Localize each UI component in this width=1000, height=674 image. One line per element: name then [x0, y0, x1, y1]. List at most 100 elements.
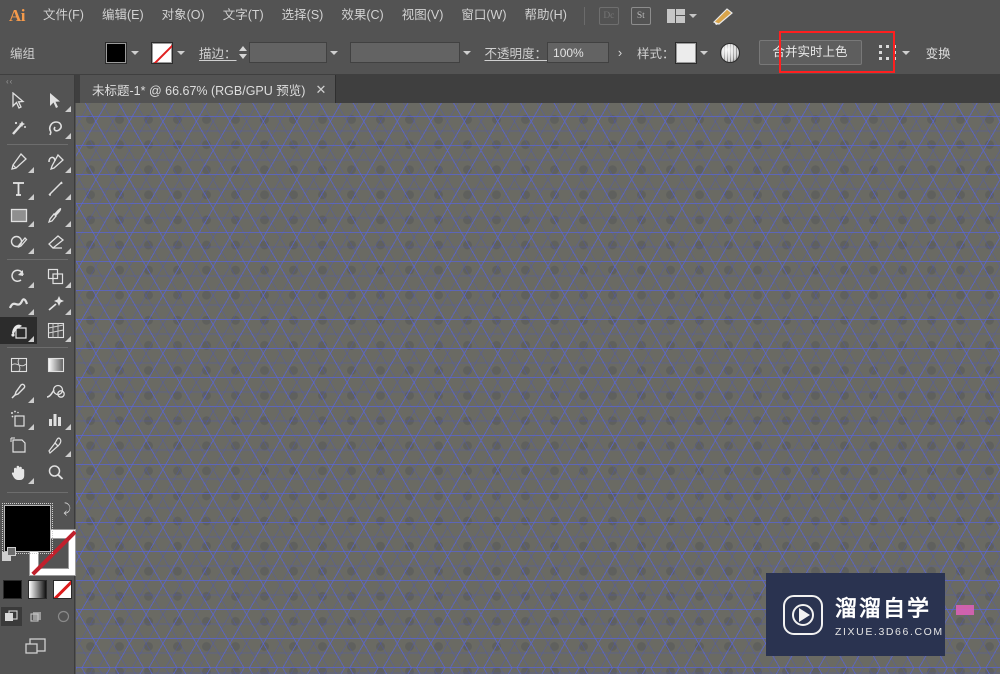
document-tab[interactable]: 未标题-1* @ 66.67% (RGB/GPU 预览) ✕	[80, 75, 337, 103]
eyedropper-tool[interactable]	[0, 378, 37, 405]
color-mode-none[interactable]	[52, 580, 72, 599]
stroke-dropdown-arrow[interactable]	[173, 42, 188, 64]
default-fill-stroke-icon[interactable]	[2, 547, 17, 562]
symbol-sprayer-tool[interactable]	[0, 405, 37, 432]
draw-normal-mode[interactable]	[0, 607, 22, 626]
menu-select[interactable]: 选择(S)	[273, 0, 333, 31]
stroke-weight-dropdown-arrow[interactable]	[327, 42, 342, 64]
merge-live-paint-button[interactable]: 合并实时上色	[758, 40, 862, 65]
transform-button[interactable]: 变换	[926, 43, 951, 62]
scale-tool[interactable]	[37, 263, 74, 290]
screen-mode-icon	[25, 638, 46, 654]
tool-group-selection	[0, 87, 75, 141]
fill-swatch[interactable]	[105, 41, 127, 64]
hand-tool[interactable]	[0, 459, 37, 486]
style-dropdown-arrow[interactable]	[697, 42, 712, 64]
menu-object[interactable]: 对象(O)	[153, 0, 214, 31]
stroke-profile-dropdown-arrow[interactable]	[460, 42, 475, 64]
select-similar-dropdown-arrow[interactable]	[899, 42, 914, 64]
tool-flyout-corner	[65, 336, 71, 342]
style-swatch[interactable]	[674, 41, 697, 64]
play-button-logo	[783, 594, 823, 635]
stroke-swatch[interactable]	[151, 41, 173, 64]
menu-window[interactable]: 窗口(W)	[452, 0, 515, 31]
type-tool[interactable]	[0, 175, 37, 202]
color-mode-solid[interactable]	[2, 580, 22, 599]
menu-bar: Ai 文件(F) 编辑(E) 对象(O) 文字(T) 选择(S) 效果(C) 视…	[0, 0, 1000, 31]
opacity-input[interactable]: 100%	[547, 42, 610, 63]
tool-flyout-corner	[28, 397, 34, 403]
adobe-stock-label: St	[630, 6, 651, 25]
artboard-tool[interactable]	[0, 432, 37, 459]
menu-effect[interactable]: 效果(C)	[332, 0, 392, 31]
menu-file[interactable]: 文件(F)	[34, 0, 93, 31]
rectangle-tool[interactable]	[0, 202, 37, 229]
tools-panel: ‹‹ ⤸	[0, 75, 76, 674]
shaper-tool[interactable]	[0, 229, 37, 256]
swap-fill-stroke-icon[interactable]: ⤸	[63, 501, 71, 517]
menu-help[interactable]: 帮助(H)	[516, 0, 576, 31]
draw-behind-mode[interactable]	[27, 607, 48, 626]
shape-builder-tool[interactable]	[0, 317, 37, 344]
opacity-label[interactable]: 不透明度：	[485, 43, 548, 62]
slice-tool[interactable]	[37, 432, 74, 459]
selection-tool[interactable]	[0, 87, 37, 114]
appearance-sphere-icon[interactable]	[719, 42, 740, 63]
stroke-profile-input[interactable]	[349, 42, 460, 63]
tools-divider	[7, 347, 68, 348]
stroke-weight-label[interactable]: 描边：	[199, 43, 237, 62]
tool-flyout-corner	[65, 424, 71, 430]
illustrator-window: Ai 文件(F) 编辑(E) 对象(O) 文字(T) 选择(S) 效果(C) 视…	[0, 0, 1000, 674]
logo-play-triangle	[799, 607, 810, 622]
document-cloud-icon[interactable]: Dc	[596, 5, 622, 27]
adobe-stock-icon[interactable]: St	[628, 5, 654, 27]
tools-divider	[7, 144, 68, 145]
stroke-weight-input[interactable]	[248, 42, 327, 63]
app-logo: Ai	[9, 5, 26, 25]
selection-type-label: 编组	[10, 47, 36, 61]
eraser-tool[interactable]	[37, 229, 74, 256]
mesh-tool[interactable]	[0, 351, 37, 378]
menu-edit[interactable]: 编辑(E)	[93, 0, 153, 31]
zoom-tool[interactable]	[37, 459, 74, 486]
select-similar-icon[interactable]	[878, 44, 899, 61]
fill-stroke-proxy: ⤸	[0, 499, 76, 576]
brush-glyph	[712, 7, 733, 25]
fill-proxy-swatch[interactable]	[2, 503, 53, 554]
draw-inside-mode[interactable]	[53, 607, 74, 626]
rotate-tool[interactable]	[0, 263, 37, 290]
pen-tool[interactable]	[0, 148, 37, 175]
watermark-overlay: 溜溜自学 ZIXUE.3D66.COM	[766, 573, 945, 656]
chevron-down-icon	[688, 13, 697, 18]
width-tool[interactable]	[0, 290, 37, 317]
tools-panel-grip[interactable]: ‹‹	[0, 75, 74, 87]
tool-flyout-corner	[65, 309, 71, 315]
fill-dropdown-arrow[interactable]	[127, 42, 142, 64]
close-icon[interactable]: ✕	[315, 83, 326, 96]
gradient-tool[interactable]	[37, 351, 74, 378]
change-screen-mode[interactable]	[0, 636, 74, 658]
line-segment-tool[interactable]	[37, 175, 74, 202]
curvature-tool[interactable]	[37, 148, 74, 175]
color-mode-buttons	[0, 580, 74, 599]
tool-flyout-corner	[28, 248, 34, 254]
tool-flyout-corner	[28, 336, 34, 342]
menu-type[interactable]: 文字(T)	[214, 0, 273, 31]
stroke-weight-stepper[interactable]	[237, 42, 249, 64]
blend-tool[interactable]	[37, 378, 74, 405]
brush-icon[interactable]	[710, 5, 736, 27]
perspective-grid-tool[interactable]	[37, 317, 74, 344]
menu-view[interactable]: 视图(V)	[393, 0, 453, 31]
paintbrush-tool[interactable]	[37, 202, 74, 229]
direct-selection-tool[interactable]	[37, 87, 74, 114]
tools-divider	[7, 259, 68, 260]
magic-wand-tool[interactable]	[0, 114, 37, 141]
tool-flyout-corner	[28, 478, 34, 484]
column-graph-tool[interactable]	[37, 405, 74, 432]
workspace-layout-icon[interactable]	[660, 5, 704, 27]
artboard-canvas[interactable]: 溜溜自学 ZIXUE.3D66.COM	[76, 103, 1000, 674]
lasso-tool[interactable]	[37, 114, 74, 141]
opacity-more-arrow[interactable]: ›	[609, 42, 631, 64]
free-transform-tool[interactable]	[37, 290, 74, 317]
color-mode-gradient[interactable]	[27, 580, 47, 599]
